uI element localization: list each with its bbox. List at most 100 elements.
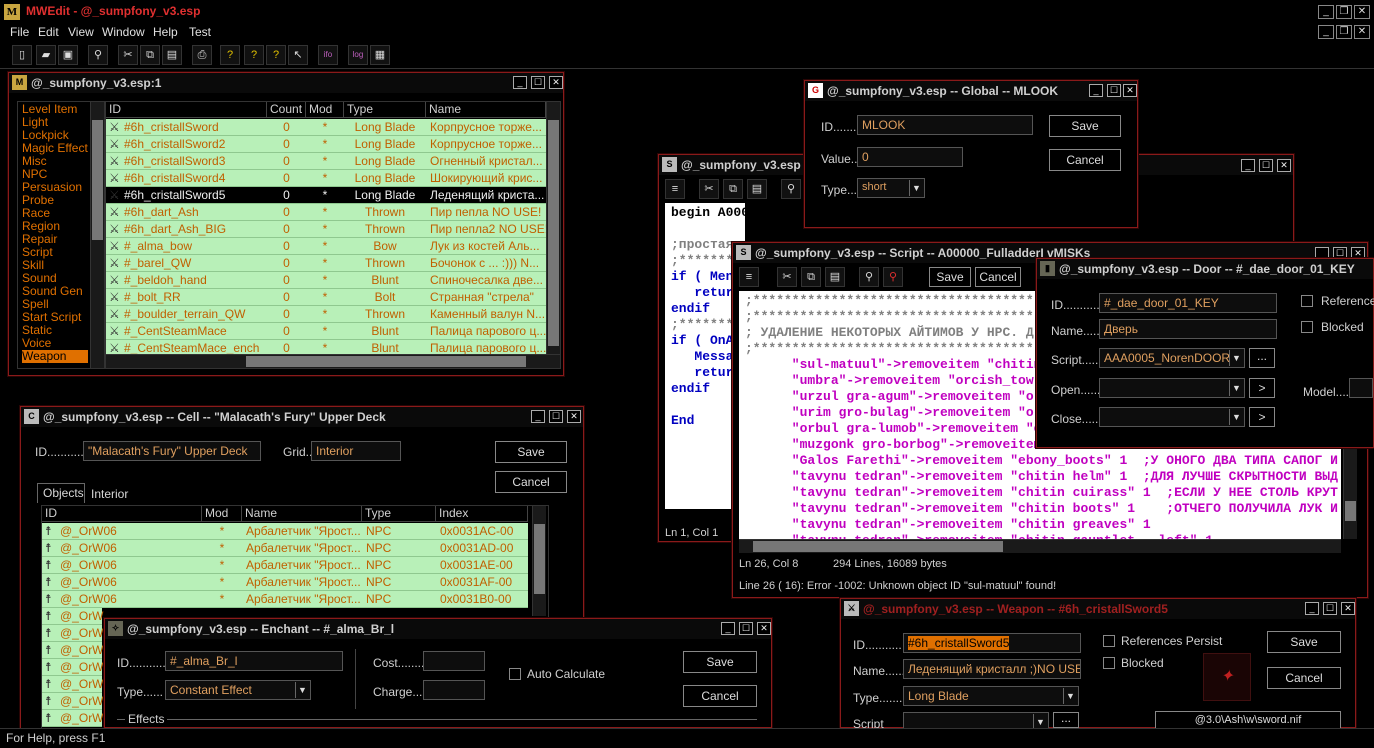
- table-row[interactable]: ⚔ #6h_cristallSword4 0 * Long Blade Шокирующи…: [106, 170, 546, 187]
- table-row[interactable]: ☨ @_OrW: [42, 693, 104, 710]
- table-row[interactable]: ☨ @_OrW06 * Арбалетчик "Ярост... NPC 0x0031B0…: [42, 591, 528, 608]
- find-icon[interactable]: ⚲: [88, 45, 108, 65]
- chevron-down-icon[interactable]: ▼: [909, 180, 923, 196]
- tab-interior[interactable]: Interior: [87, 487, 137, 503]
- auto-calculate-checkbox[interactable]: [509, 668, 521, 680]
- category-item[interactable]: Spell: [22, 298, 88, 311]
- find-icon[interactable]: ⚲: [859, 267, 879, 287]
- door-close-play-button[interactable]: >: [1249, 407, 1275, 427]
- col-header-name[interactable]: Name: [426, 102, 546, 118]
- door-script-select[interactable]: AAA0005_NorenDOOR ▼: [1099, 348, 1245, 368]
- table-row[interactable]: ☨ @_OrW: [42, 659, 104, 676]
- maximize-icon[interactable]: ☐: [1323, 602, 1337, 615]
- compile-icon[interactable]: ▦: [370, 45, 390, 65]
- find-icon[interactable]: ⚲: [781, 179, 801, 199]
- print-icon[interactable]: ⎙: [192, 45, 212, 65]
- maximize-icon[interactable]: ☐: [1259, 159, 1273, 172]
- table-row[interactable]: ☨ @_OrW: [42, 710, 104, 727]
- category-item[interactable]: Persuasion: [22, 181, 88, 194]
- table-row[interactable]: ⚔ #_alma_bow 0 * Bow Лук из костей Аль...: [106, 238, 546, 255]
- table-row[interactable]: ⚔ #6h_cristallSword3 0 * Long Blade Огненный …: [106, 153, 546, 170]
- table-row[interactable]: ☨ @_OrW: [42, 642, 104, 659]
- table-row[interactable]: ⚔ #6h_cristallSword5 0 * Long Blade Леденящий…: [106, 187, 546, 204]
- enchant-titlebar[interactable]: ✧ @_sumpfony_v3.esp -- Enchant -- #_alma…: [105, 619, 771, 639]
- tab-objects[interactable]: Objects: [37, 483, 85, 503]
- table-row[interactable]: ☨ @_OrW06 * Арбалетчик "Ярост... NPC 0x0031AC…: [42, 523, 528, 540]
- weapon-references-checkbox[interactable]: [1103, 635, 1115, 647]
- table-row[interactable]: ⚔ #6h_cristallSword2 0 * Long Blade Корпрусно…: [106, 136, 546, 153]
- help1-icon[interactable]: ?: [220, 45, 240, 65]
- weapon-id-field[interactable]: #6h_cristallSword5: [903, 633, 1081, 653]
- minimize-icon[interactable]: _: [1089, 84, 1103, 97]
- category-item[interactable]: Light: [22, 116, 88, 129]
- table-row[interactable]: ⚔ #_bolt_RR 0 * Bolt Странная "стрела": [106, 289, 546, 306]
- category-item[interactable]: Race: [22, 207, 88, 220]
- door-open-select[interactable]: ▼: [1099, 378, 1245, 398]
- paste-icon[interactable]: ▤: [747, 179, 767, 199]
- global-id-field[interactable]: MLOOK: [857, 115, 1033, 135]
- cut-icon[interactable]: ✂: [777, 267, 797, 287]
- table-row[interactable]: ☨ @_OrW06 * Арбалетчик "Ярост... NPC 0x0031AD…: [42, 540, 528, 557]
- chevron-down-icon[interactable]: ▼: [1229, 380, 1243, 396]
- script-tool-icon[interactable]: ≡: [665, 179, 685, 199]
- script2-cancel-button[interactable]: Cancel: [975, 267, 1021, 287]
- category-item[interactable]: Region: [22, 220, 88, 233]
- minimize-icon[interactable]: _: [513, 76, 527, 89]
- global-titlebar[interactable]: G @_sumpfony_v3.esp -- Global -- MLOOK _…: [805, 81, 1137, 101]
- save-icon[interactable]: ▣: [58, 45, 78, 65]
- minimize-icon[interactable]: _: [1241, 159, 1255, 172]
- chevron-down-icon[interactable]: ▼: [295, 682, 309, 698]
- category-item[interactable]: Sound Gen: [22, 285, 88, 298]
- mdi-close-icon[interactable]: ✕: [1354, 25, 1370, 39]
- table-row[interactable]: ☨ @_OrW06 * Арбалетчик "Ярост... NPC 0x0031AF…: [42, 574, 528, 591]
- close-icon[interactable]: ✕: [757, 622, 771, 635]
- global-type-select[interactable]: short ▼: [857, 178, 925, 198]
- weapon-name-field[interactable]: Леденящий кристалл ;)NO USE!: [903, 659, 1081, 679]
- chevron-down-icon[interactable]: ▼: [1063, 688, 1077, 704]
- category-item[interactable]: Probe: [22, 194, 88, 207]
- table-row[interactable]: ⚔ #_barel_QW 0 * Thrown Бочонок с ... :))) N.…: [106, 255, 546, 272]
- script2-error-message[interactable]: Line 26 ( 16): Error -1002: Unknown obje…: [739, 580, 1056, 592]
- copy-icon[interactable]: ⧉: [723, 179, 743, 199]
- category-item[interactable]: NPC: [22, 168, 88, 181]
- table-row[interactable]: ☨ @_OrW: [42, 608, 104, 625]
- pointer-icon[interactable]: ↖: [288, 45, 308, 65]
- chevron-down-icon[interactable]: ▼: [1229, 350, 1243, 366]
- help2-icon[interactable]: ?: [244, 45, 264, 65]
- door-close-select[interactable]: ▼: [1099, 407, 1245, 427]
- menu-help[interactable]: Help: [153, 25, 178, 39]
- table-row[interactable]: ⚔ #6h_dart_Ash_BIG 0 * Thrown Пир пепла2 NO U…: [106, 221, 546, 238]
- menu-edit[interactable]: Edit: [38, 25, 59, 39]
- cell-id-field[interactable]: "Malacath's Fury" Upper Deck: [83, 441, 261, 461]
- cell-cancel-button[interactable]: Cancel: [495, 471, 567, 493]
- door-script-edit-button[interactable]: ...: [1249, 348, 1275, 368]
- weapon-blocked-checkbox[interactable]: [1103, 657, 1115, 669]
- maximize-icon[interactable]: ☐: [531, 76, 545, 89]
- mdi-restore-icon[interactable]: ❐: [1336, 25, 1352, 39]
- enchant-cancel-button[interactable]: Cancel: [683, 685, 757, 707]
- col-header-type[interactable]: Type: [344, 102, 426, 118]
- category-item[interactable]: Static: [22, 324, 88, 337]
- minimize-icon[interactable]: _: [531, 410, 545, 423]
- maximize-icon[interactable]: ☐: [1107, 84, 1121, 97]
- close-icon[interactable]: ✕: [567, 410, 581, 423]
- global-save-button[interactable]: Save: [1049, 115, 1121, 137]
- cut-icon[interactable]: ✂: [699, 179, 719, 199]
- script-tool-icon[interactable]: ≡: [739, 267, 759, 287]
- enchant-type-select[interactable]: Constant Effect ▼: [165, 680, 311, 700]
- copy-icon[interactable]: ⧉: [140, 45, 160, 65]
- global-value-field[interactable]: 0: [857, 147, 963, 167]
- category-item[interactable]: Level Item: [22, 103, 88, 116]
- paste-icon[interactable]: ▤: [162, 45, 182, 65]
- weapon-save-button[interactable]: Save: [1267, 631, 1341, 653]
- door-references-checkbox[interactable]: [1301, 295, 1313, 307]
- category-item[interactable]: Repair: [22, 233, 88, 246]
- category-item[interactable]: Sound: [22, 272, 88, 285]
- door-name-field[interactable]: Дверь: [1099, 319, 1277, 339]
- cell-grid-field[interactable]: Interior: [311, 441, 401, 461]
- col-header-mod[interactable]: Mod: [306, 102, 344, 118]
- category-item[interactable]: Misc: [22, 155, 88, 168]
- door-model-field[interactable]: [1349, 378, 1373, 398]
- log-icon[interactable]: log: [348, 45, 368, 65]
- menu-test[interactable]: Test: [189, 25, 211, 39]
